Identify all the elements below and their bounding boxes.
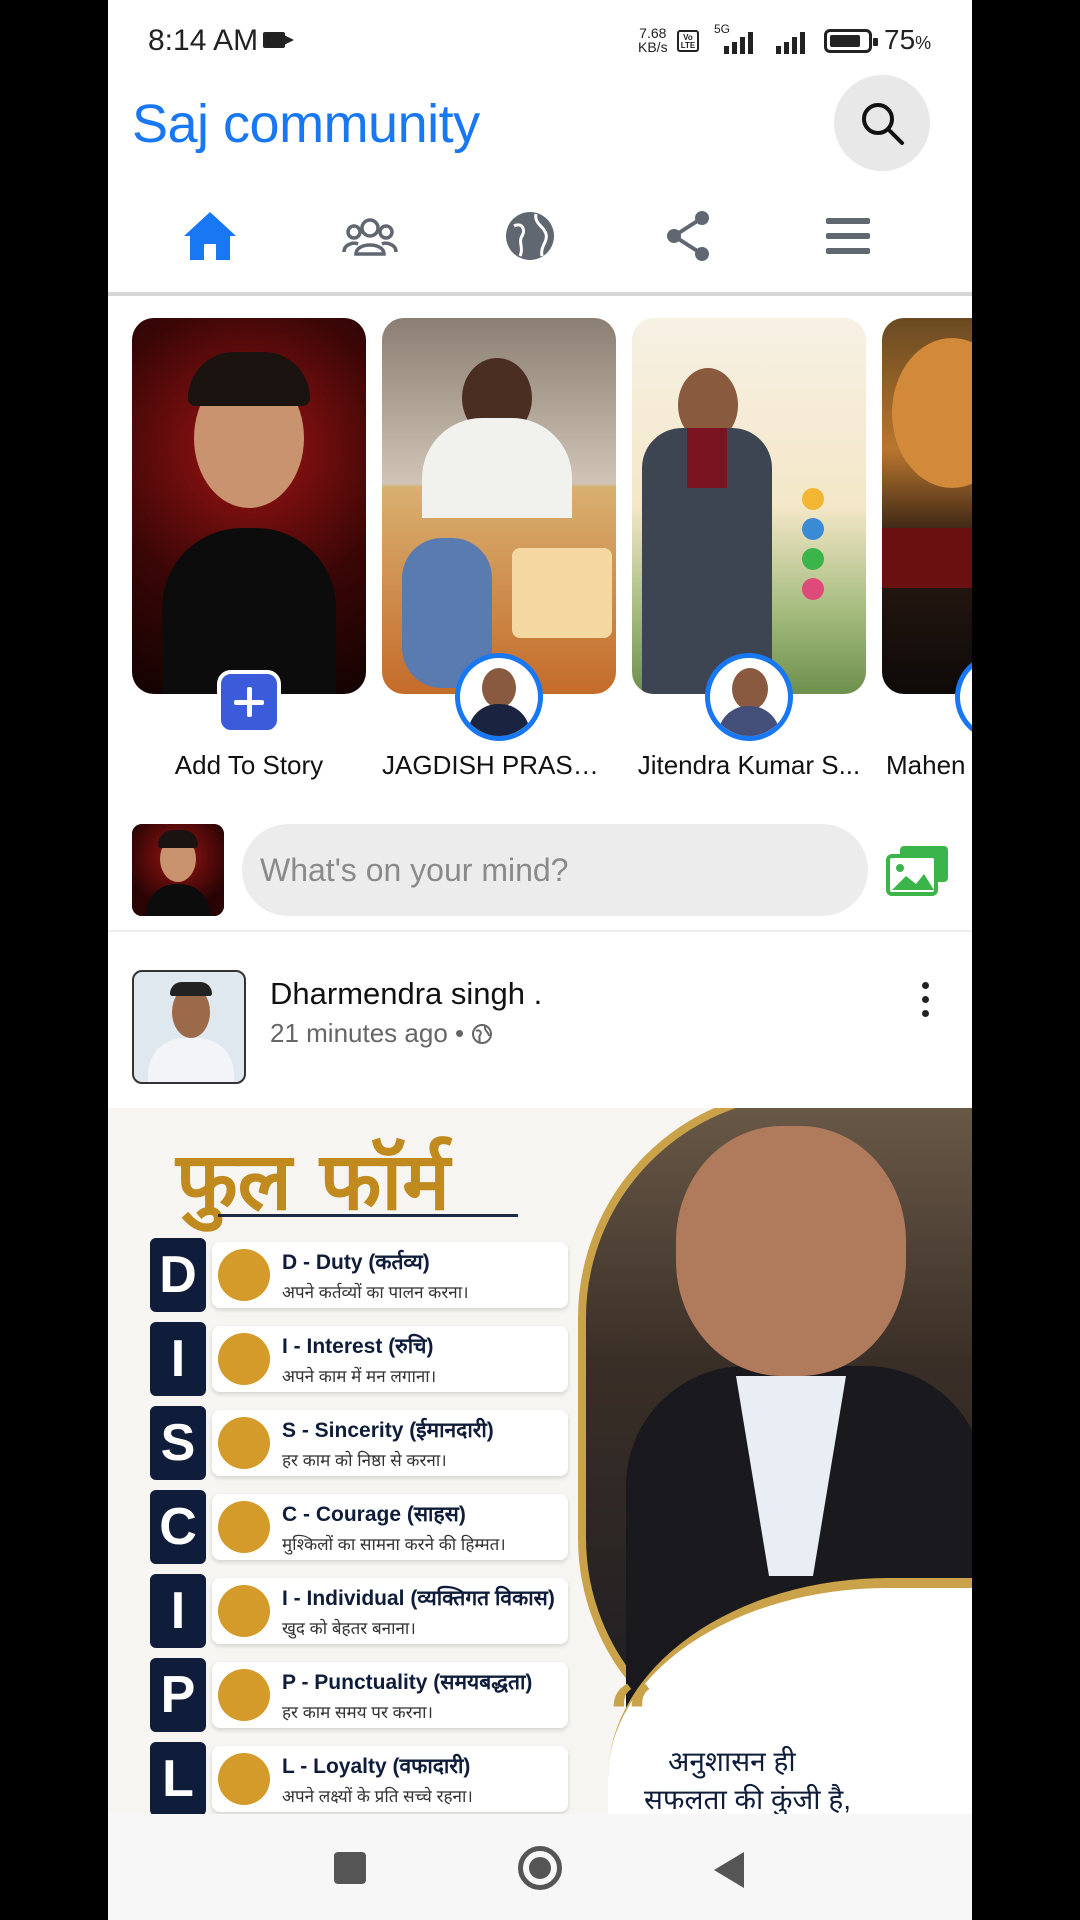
post-meta: 21 minutes ago • — [270, 1018, 493, 1049]
groups-icon — [342, 218, 398, 256]
status-bar: 8:14 AM 7.68 KB/s Vo LTE 5G 75% — [108, 0, 972, 82]
photo-gallery-icon — [886, 846, 948, 896]
target-icon — [218, 1333, 270, 1385]
story-label: JAGDISH PRASAD ... — [382, 750, 616, 780]
discipline-row: C C - Courage (साहस) मुश्किलों का सामना … — [150, 1490, 570, 1564]
network-speed-unit: KB/s — [638, 39, 668, 55]
search-icon — [862, 103, 904, 145]
volte-icon: Vo LTE — [677, 30, 699, 52]
post-author-name[interactable]: Dharmendra singh . — [270, 976, 542, 1012]
quote-mark-icon: “ — [608, 1668, 655, 1762]
story-thumbnail — [882, 318, 972, 694]
post-image[interactable]: फुल फॉर्म D D - Duty (कर्तव्य) अपने कर्त… — [108, 1108, 972, 1814]
post-header: Dharmendra singh . 21 minutes ago • — [108, 966, 972, 1086]
tab-share[interactable] — [628, 192, 748, 296]
recents-button[interactable] — [334, 1852, 366, 1884]
whats-on-your-mind-input[interactable]: What's on your mind? — [242, 824, 868, 916]
discipline-row: L L - Loyalty (वफादारी) अपने लक्ष्यों के… — [150, 1742, 570, 1814]
app-title: Saj community — [132, 94, 480, 154]
story-thumbnail — [132, 318, 366, 694]
divider — [108, 930, 972, 932]
divider — [108, 292, 972, 296]
photo-button[interactable] — [886, 844, 950, 901]
globe-icon — [506, 212, 554, 260]
post-time: 21 minutes ago — [270, 1018, 448, 1048]
stories-strip: Add To Story JAGDISH PRASAD ... Jitendra… — [108, 318, 972, 788]
tab-explore[interactable] — [470, 192, 590, 296]
discipline-row: D D - Duty (कर्तव्य) अपने कर्तव्यों का प… — [150, 1238, 570, 1312]
back-button[interactable] — [714, 1852, 744, 1888]
battery-percent: 75% — [884, 24, 932, 55]
menu-icon — [826, 218, 870, 254]
story-thumbnail — [632, 318, 866, 694]
user-avatar[interactable] — [132, 824, 224, 916]
network-speed-value: 7.68 — [639, 25, 667, 41]
quote-line: सफलता की कुंजी है, — [644, 1784, 851, 1814]
tab-home[interactable] — [150, 192, 270, 296]
discipline-row: I I - Individual (व्यक्तिगत विकास) खुद क… — [150, 1574, 570, 1648]
discipline-row: P P - Punctuality (समयबद्धता) हर काम समय… — [150, 1658, 570, 1732]
video-camera-icon — [263, 32, 294, 48]
story-avatar — [705, 653, 793, 741]
globe-icon — [472, 1024, 493, 1044]
share-icon — [667, 211, 709, 261]
tab-bar — [108, 192, 972, 296]
signal-icon — [720, 30, 760, 54]
story-avatar — [455, 653, 543, 741]
battery-icon — [824, 29, 878, 53]
status-time: 8:14 AM — [148, 24, 259, 57]
clock-icon — [218, 1669, 270, 1721]
home-icon — [184, 212, 236, 260]
add-story-icon — [217, 670, 281, 734]
meta-separator: • — [455, 1018, 465, 1048]
network-speed: 7.68 KB/s — [638, 26, 668, 54]
search-button[interactable] — [834, 75, 930, 171]
quote-line: अनुशासन ही — [668, 1746, 796, 1777]
home-button[interactable] — [518, 1846, 562, 1890]
more-options-button[interactable] — [916, 980, 936, 1020]
growth-person-icon — [218, 1585, 270, 1637]
tab-groups[interactable] — [310, 192, 430, 296]
signal-icon — [772, 30, 812, 54]
group-icon — [218, 1753, 270, 1805]
app-screen: 8:14 AM 7.68 KB/s Vo LTE 5G 75% Saj comm… — [108, 0, 972, 1920]
story-label: Jitendra Kumar S... — [637, 750, 861, 780]
duty-icon — [218, 1249, 270, 1301]
story-label: Add To Story — [174, 750, 324, 780]
title-underline — [218, 1214, 518, 1217]
mountain-flag-icon — [218, 1501, 270, 1553]
discipline-row: S S - Sincerity (ईमानदारी) हर काम को निष… — [150, 1406, 570, 1480]
handshake-icon — [218, 1417, 270, 1469]
post-author-avatar[interactable] — [132, 970, 246, 1084]
story-thumbnail — [382, 318, 616, 694]
story-label: Mahen — [886, 750, 966, 780]
post-composer: What's on your mind? — [108, 818, 972, 938]
system-nav-bar — [108, 1814, 972, 1920]
discipline-row: I I - Interest (रुचि) अपने काम में मन लग… — [150, 1322, 570, 1396]
tab-menu[interactable] — [788, 192, 908, 296]
